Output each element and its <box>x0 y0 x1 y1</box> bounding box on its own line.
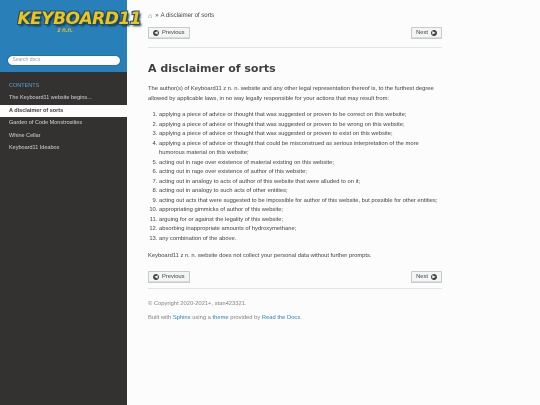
built-with: Built with Sphinx using a theme provided… <box>148 313 442 323</box>
list-item: acting out in analogy to such acts of ot… <box>159 187 442 197</box>
previous-button-bottom[interactable]: ◀ Previous <box>148 271 190 283</box>
table-of-contents: CONTENTS The Keyboard11 website begins..… <box>0 72 127 155</box>
home-icon[interactable]: ⌂ <box>148 11 152 22</box>
list-item: acting out in rage over existence of mat… <box>159 159 442 169</box>
sidebar-item-website-begins[interactable]: The Keyboard11 website begins... <box>0 92 127 105</box>
list-item: acting out in rage over existence of aut… <box>159 168 442 178</box>
bottom-nav: ◀ Previous Next ▶ <box>148 271 442 283</box>
logo-subtitle: z n.n. <box>57 28 73 34</box>
list-item: appropriating gimmicks of author of this… <box>159 206 442 216</box>
sidebar-item-disclaimer[interactable]: A disclaimer of sorts <box>0 104 127 117</box>
theme-link[interactable]: theme <box>213 315 229 321</box>
previous-button[interactable]: ◀ Previous <box>148 27 190 39</box>
copyright: © Copyright 2020-2021+, stan423321. <box>148 301 247 307</box>
list-item: applying a piece of advice or thought th… <box>159 130 442 140</box>
logo-text: KEYBOARD11 <box>17 9 142 29</box>
arrow-left-icon: ◀ <box>153 30 159 36</box>
main-content: ⌂ » A disclaimer of sorts ◀ Previous Nex… <box>148 0 442 323</box>
site-logo[interactable]: KEYBOARD11 z n.n. <box>17 8 142 42</box>
arrow-right-icon: ▶ <box>431 274 437 280</box>
sidebar-item-whine-cellar[interactable]: Whine Cellar <box>0 130 127 143</box>
divider <box>148 288 442 289</box>
list-item: acting out in analogy to acts of author … <box>159 178 442 188</box>
intro-paragraph: The author(s) of Keyboard11 z n. n. webs… <box>148 86 434 102</box>
next-button-bottom[interactable]: Next ▶ <box>411 271 442 283</box>
provided-by-text: provided by <box>230 315 261 321</box>
next-button[interactable]: Next ▶ <box>411 27 442 39</box>
using-a-text: using a <box>192 315 211 321</box>
read-the-docs-link[interactable]: Read the Docs <box>262 315 300 321</box>
breadcrumb-separator: » <box>155 13 159 19</box>
list-item: applying a piece of advice or thought th… <box>159 140 442 159</box>
toc-caption: CONTENTS <box>9 83 40 89</box>
disclaimer-list: applying a piece of advice or thought th… <box>148 111 442 244</box>
outro-paragraph: Keyboard11 z n. n. website does not coll… <box>148 253 372 259</box>
list-item: arguing for or against the legality of t… <box>159 216 442 226</box>
period: . <box>300 315 302 321</box>
sidebar: KEYBOARD11 z n.n. Search docs CONTENTS T… <box>0 0 142 405</box>
breadcrumb: ⌂ » A disclaimer of sorts <box>148 11 442 22</box>
list-item: acting out acts that were suggested to b… <box>159 197 442 207</box>
list-item: applying a piece of advice or thought th… <box>159 111 442 121</box>
next-label: Next <box>416 274 428 280</box>
divider <box>148 47 442 48</box>
sphinx-link[interactable]: Sphinx <box>173 315 191 321</box>
sidebar-item-garden[interactable]: Garden of Code Monstrosities <box>0 117 127 130</box>
sidebar-item-ideabox[interactable]: Keyboard11 Ideabox <box>0 142 127 155</box>
built-with-text: Built with <box>148 315 172 321</box>
list-item: absorbing inappropriate amounts of hydro… <box>159 225 442 235</box>
search-input[interactable]: Search docs <box>6 55 121 66</box>
arrow-left-icon: ◀ <box>153 274 159 280</box>
footer: © Copyright 2020-2021+, stan423321. Buil… <box>148 299 442 323</box>
list-item: applying a piece of advice or thought th… <box>159 121 442 131</box>
previous-label: Previous <box>162 30 185 36</box>
sidebar-header: KEYBOARD11 z n.n. Search docs <box>0 0 142 72</box>
top-nav: ◀ Previous Next ▶ <box>148 27 442 39</box>
page-title: A disclaimer of sorts <box>148 62 276 75</box>
previous-label: Previous <box>162 274 185 280</box>
breadcrumb-current: A disclaimer of sorts <box>160 13 215 19</box>
next-label: Next <box>416 30 428 36</box>
list-item: any combination of the above. <box>159 235 442 245</box>
arrow-right-icon: ▶ <box>431 30 437 36</box>
